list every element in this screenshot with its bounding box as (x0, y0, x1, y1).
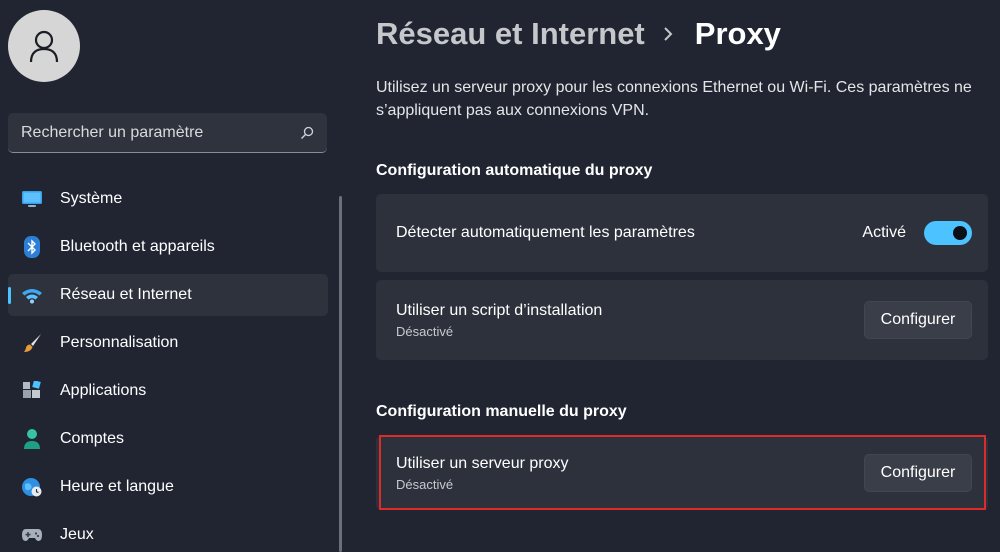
detect-settings-toggle[interactable] (924, 221, 972, 245)
sidebar-item-label: Heure et langue (60, 478, 174, 495)
proxy-server-status: Désactivé (396, 476, 454, 492)
setup-script-status: Désactivé (396, 323, 454, 339)
sidebar-item-label: Système (60, 190, 123, 207)
toggle-state-label: Activé (862, 224, 906, 241)
person-icon (29, 30, 59, 63)
sidebar-item-systeme[interactable]: Système (8, 178, 328, 220)
apps-icon (20, 379, 44, 403)
setup-script-configure-button[interactable]: Configurer (864, 301, 972, 339)
search-icon[interactable] (299, 125, 315, 141)
sidebar: Rechercher un paramètre Système Bluetoot… (0, 0, 342, 552)
setup-script-label: Utiliser un script d’installation (396, 301, 603, 319)
sidebar-item-label: Personnalisation (60, 334, 179, 351)
sidebar-item-personnalisation[interactable]: Personnalisation (8, 322, 328, 364)
card-text: Utiliser un script d’installation Désact… (396, 302, 864, 339)
card-text: Détecter automatiquement les paramètres (396, 224, 862, 242)
sidebar-item-label: Comptes (60, 430, 125, 447)
monitor-icon (20, 187, 44, 211)
detect-settings-label: Détecter automatiquement les paramètres (396, 224, 695, 241)
proxy-server-configure-button[interactable]: Configurer (864, 454, 972, 492)
setup-script-card: Utiliser un script d’installation Désact… (376, 280, 988, 360)
proxy-server-card: Utiliser un serveur proxy Désactivé Conf… (376, 436, 988, 510)
gamepad-icon (20, 523, 44, 547)
sidebar-item-label: Jeux (60, 526, 94, 543)
sidebar-item-heure[interactable]: Heure et langue (8, 466, 328, 508)
wifi-icon (20, 283, 44, 307)
sidebar-item-label: Réseau et Internet (60, 286, 192, 303)
breadcrumb: Réseau et Internet Proxy (376, 14, 781, 54)
sidebar-nav: Système Bluetooth et appareils Réseau et… (8, 178, 328, 552)
page-title: Proxy (694, 16, 781, 51)
search-input[interactable]: Rechercher un paramètre (21, 124, 299, 142)
toggle-knob (953, 226, 967, 240)
sidebar-item-reseau[interactable]: Réseau et Internet (8, 274, 328, 316)
sidebar-item-comptes[interactable]: Comptes (8, 418, 328, 460)
brush-icon (20, 331, 44, 355)
main-content: Réseau et Internet Proxy Utilisez un ser… (376, 0, 1000, 552)
chevron-right-icon (663, 26, 673, 42)
sidebar-scrollbar[interactable] (339, 196, 342, 552)
card-text: Utiliser un serveur proxy Désactivé (396, 455, 864, 492)
section-title-auto: Configuration automatique du proxy (376, 162, 653, 179)
detect-settings-card: Détecter automatiquement les paramètres … (376, 194, 988, 272)
sidebar-item-jeux[interactable]: Jeux (8, 514, 328, 552)
proxy-server-label: Utiliser un serveur proxy (396, 454, 569, 472)
search-box[interactable]: Rechercher un paramètre (8, 113, 327, 153)
page-description: Utilisez un serveur proxy pour les conne… (376, 79, 972, 119)
sidebar-item-label: Applications (60, 382, 147, 399)
sidebar-item-bluetooth[interactable]: Bluetooth et appareils (8, 226, 328, 268)
toggle-group: Activé (862, 221, 972, 245)
person-icon (20, 427, 44, 451)
avatar[interactable] (8, 10, 80, 82)
breadcrumb-parent[interactable]: Réseau et Internet (376, 16, 645, 52)
settings-window: Rechercher un paramètre Système Bluetoot… (0, 0, 1000, 552)
globe-clock-icon (20, 475, 44, 499)
section-title-manual: Configuration manuelle du proxy (376, 403, 627, 420)
sidebar-item-applications[interactable]: Applications (8, 370, 328, 412)
bluetooth-icon (20, 235, 44, 259)
sidebar-item-label: Bluetooth et appareils (60, 238, 215, 255)
